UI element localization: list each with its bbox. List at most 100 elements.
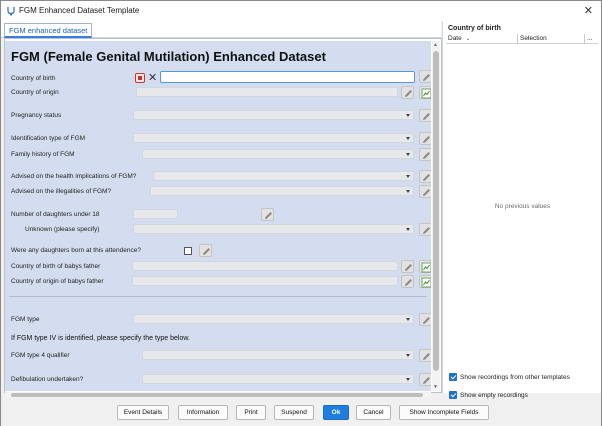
country-of-origin-input[interactable] [136, 87, 398, 97]
show-other-templates-label: Show recordings from other templates [460, 374, 570, 381]
column-separator [584, 34, 585, 44]
pencil-icon[interactable] [419, 223, 431, 236]
family-history-combo[interactable] [142, 149, 414, 159]
selection-column-header[interactable]: Selection [520, 35, 547, 42]
stethoscope-icon [6, 6, 16, 16]
scroll-thumb[interactable] [433, 51, 439, 371]
print-button[interactable]: Print [236, 405, 266, 420]
form-panel: FGM (Female Genital Mutilation) Enhanced… [5, 41, 431, 391]
number-of-daughters-label: Number of daughters under 18 [11, 211, 100, 218]
show-incomplete-fields-button[interactable]: Show Incomplete Fields [399, 405, 489, 420]
stop-button[interactable] [135, 73, 145, 83]
scroll-thumb[interactable] [11, 393, 423, 397]
chevron-down-icon [406, 190, 410, 193]
more-column-menu[interactable]: ... [587, 35, 592, 42]
pencil-icon[interactable] [419, 373, 431, 386]
pencil-icon[interactable] [419, 313, 431, 326]
show-other-templates-option[interactable]: Show recordings from other templates [449, 373, 570, 381]
checkbox-checked-icon[interactable] [449, 391, 457, 399]
tab-fgm-enhanced-dataset[interactable]: FGM enhanced dataset [4, 23, 93, 38]
pencil-icon[interactable] [419, 132, 431, 145]
daughters-born-label: Were any daughters born at this attenden… [11, 247, 141, 254]
defibulation-combo[interactable] [142, 374, 414, 384]
father-birth-label: Country of birth of babys father [11, 263, 101, 270]
title-bar: FGM Enhanced Dataset Template ✕ [1, 1, 601, 21]
event-details-button[interactable]: Event Details [117, 405, 169, 420]
chevron-down-icon [406, 318, 410, 321]
fgm-type-label: FGM type [11, 316, 40, 323]
advised-health-combo[interactable] [153, 171, 414, 181]
pencil-icon[interactable] [401, 86, 414, 99]
pencil-icon[interactable] [419, 170, 431, 183]
father-birth-input[interactable] [132, 261, 398, 271]
side-panel-title: Country of birth [448, 25, 501, 32]
family-history-label: Family history of FGM [11, 151, 75, 158]
no-previous-values-text: No previous values [494, 203, 551, 210]
pencil-icon[interactable] [419, 185, 431, 198]
pencil-icon[interactable] [419, 70, 431, 83]
advised-illegalities-combo[interactable] [150, 186, 414, 196]
clear-icon[interactable]: ✕ [148, 73, 157, 84]
defibulation-label: Defibulation undertaken? [11, 376, 84, 383]
fgm-type4-qualifier-combo[interactable] [142, 350, 414, 360]
chevron-down-icon[interactable]: ⌄ [466, 36, 470, 42]
unknown-specify-label: Unknown (please specify) [25, 226, 100, 233]
advised-illegalities-label: Advised on the illegalities of FGM? [11, 188, 112, 195]
identification-type-combo[interactable] [133, 133, 414, 143]
pencil-icon[interactable] [419, 349, 431, 362]
father-origin-label: Country of origin of babys father [11, 278, 104, 285]
form-vertical-scrollbar[interactable]: ▲ ▼ [432, 41, 440, 391]
chevron-down-icon [406, 153, 410, 156]
chevron-down-icon [406, 137, 410, 140]
template-window: FGM Enhanced Dataset Template ✕ FGM enha… [0, 0, 602, 426]
fgm-type4-qualifier-label: FGM type 4 qualifier [11, 352, 70, 359]
fgm-type-combo[interactable] [133, 314, 414, 324]
pencil-icon[interactable] [401, 275, 414, 288]
pencil-icon[interactable] [199, 244, 212, 257]
scroll-down-icon[interactable]: ▼ [433, 384, 438, 390]
stop-icon [138, 76, 142, 80]
date-column-header[interactable]: Date [448, 35, 462, 42]
history-icon[interactable] [419, 86, 431, 99]
father-origin-input[interactable] [132, 276, 398, 286]
cancel-button[interactable]: Cancel [356, 405, 391, 420]
advised-health-label: Advised on the health implications of FG… [11, 173, 137, 180]
pencil-icon[interactable] [261, 208, 274, 221]
country-of-birth-input[interactable] [160, 71, 415, 83]
chevron-down-icon [406, 378, 410, 381]
previous-values-panel: Country of birth Date ⌄ Selection ... No… [442, 21, 601, 399]
identification-type-label: Identification type of FGM [11, 135, 86, 142]
history-icon[interactable] [419, 260, 431, 273]
chevron-down-icon [406, 228, 410, 231]
show-empty-recordings-option[interactable]: Show empty recordings [449, 391, 528, 399]
pregnancy-status-combo[interactable] [133, 110, 414, 120]
form-title: FGM (Female Genital Mutilation) Enhanced… [11, 49, 326, 64]
country-of-origin-label: Country of origin [11, 89, 59, 96]
checkbox-checked-icon[interactable] [449, 373, 457, 381]
footer-bar: Event Details Information Print Suspend … [1, 399, 601, 426]
form-horizontal-scrollbar[interactable] [5, 392, 431, 398]
number-of-daughters-input[interactable] [133, 209, 178, 219]
chevron-down-icon [406, 175, 410, 178]
column-separator [517, 34, 518, 44]
daughters-born-checkbox[interactable] [184, 247, 192, 255]
country-of-birth-label: Country of birth [11, 75, 56, 82]
scroll-up-icon[interactable]: ▲ [433, 42, 438, 48]
pencil-icon[interactable] [419, 109, 431, 122]
show-empty-recordings-label: Show empty recordings [460, 392, 528, 399]
pencil-icon[interactable] [419, 148, 431, 161]
pencil-icon[interactable] [401, 260, 414, 273]
chevron-down-icon [406, 354, 410, 357]
pregnancy-status-label: Pregnancy status [11, 112, 62, 119]
window-title: FGM Enhanced Dataset Template [19, 6, 140, 15]
information-button[interactable]: Information [178, 405, 228, 420]
section-divider [9, 296, 427, 297]
unknown-specify-combo[interactable] [133, 224, 414, 234]
history-icon[interactable] [419, 275, 431, 288]
close-icon[interactable]: ✕ [584, 4, 593, 17]
chevron-down-icon [406, 114, 410, 117]
previous-values-header: Date ⌄ Selection ... [446, 34, 598, 44]
ok-button[interactable]: Ok [323, 405, 349, 420]
fgm-type-iv-note: If FGM type IV is identified, please spe… [11, 335, 190, 342]
suspend-button[interactable]: Suspend [274, 405, 314, 420]
